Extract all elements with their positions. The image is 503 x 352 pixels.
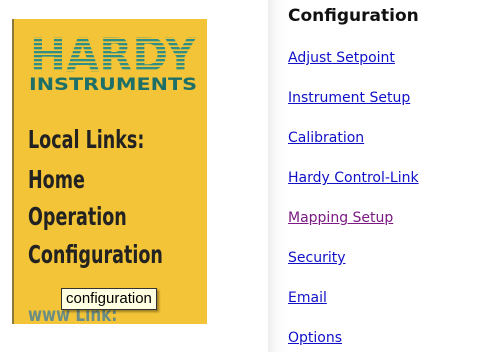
link-adjust-setpoint[interactable]: Adjust Setpoint [288, 50, 395, 66]
sidebar: HARDY INSTRUMENTS Local Links: Home Oper… [12, 19, 207, 324]
link-mapping-setup[interactable]: Mapping Setup [288, 210, 393, 226]
sidebar-border [12, 19, 14, 324]
local-link-operation[interactable]: Operation [28, 202, 127, 231]
link-calibration[interactable]: Calibration [288, 130, 364, 146]
tooltip: configuration [61, 288, 157, 310]
local-link-home[interactable]: Home [28, 165, 85, 194]
link-hardy-control-link[interactable]: Hardy Control-Link [288, 170, 419, 186]
link-options[interactable]: Options [288, 330, 342, 346]
logo-graphic: HARDY INSTRUMENTS [29, 31, 197, 93]
page-title: Configuration [288, 6, 419, 26]
local-link-configuration[interactable]: Configuration [28, 240, 163, 269]
link-security[interactable]: Security [288, 250, 346, 266]
link-email[interactable]: Email [288, 290, 327, 306]
link-instrument-setup[interactable]: Instrument Setup [288, 90, 410, 106]
svg-text:INSTRUMENTS: INSTRUMENTS [29, 75, 197, 93]
hardy-instruments-logo[interactable]: HARDY INSTRUMENTS [27, 31, 199, 93]
local-links-heading: Local Links: [28, 125, 145, 154]
